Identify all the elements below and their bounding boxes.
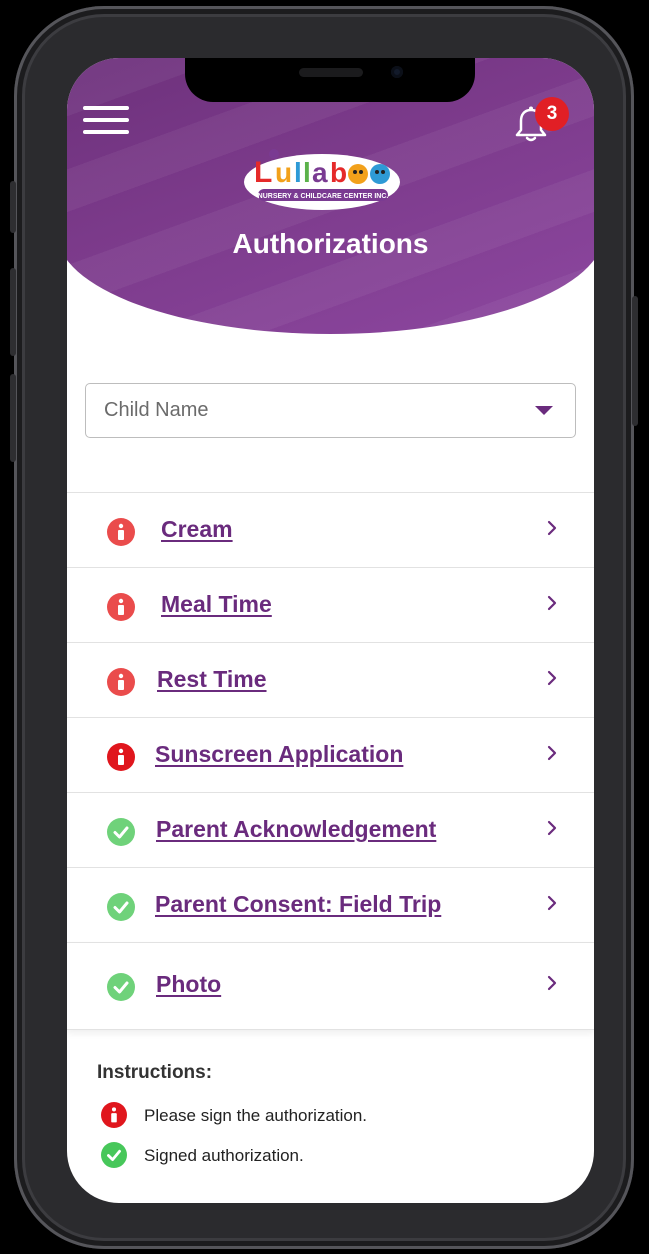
chevron-right-icon[interactable]: [545, 518, 559, 538]
svg-text:a: a: [312, 157, 328, 188]
child-name-select[interactable]: Child Name: [85, 383, 576, 438]
authorization-row[interactable]: Rest Time: [67, 642, 594, 717]
chevron-right-icon[interactable]: [545, 818, 559, 838]
phone-notch: [185, 58, 475, 102]
instructions-panel: Instructions: Please sign the authorizat…: [97, 1062, 577, 1174]
authorization-row[interactable]: Photo: [67, 942, 594, 1030]
svg-text:l: l: [303, 157, 311, 188]
app-screen: 3 L u l l a b NURSERY & CHILDCARE CENTER…: [67, 58, 594, 1203]
notification-badge[interactable]: 3: [535, 97, 569, 131]
power-button: [632, 296, 638, 426]
child-select-value: Child Name: [104, 399, 209, 421]
volume-up-button: [10, 268, 16, 356]
chevron-right-icon[interactable]: [545, 593, 559, 613]
info-alert-icon: [107, 668, 135, 696]
check-circle-icon: [101, 1142, 127, 1168]
info-alert-icon: [107, 593, 135, 621]
menu-icon[interactable]: [83, 106, 129, 134]
check-circle-icon: [107, 893, 135, 921]
svg-text:u: u: [275, 157, 292, 188]
dropdown-caret-icon[interactable]: [535, 406, 553, 415]
authorization-row[interactable]: Cream: [67, 492, 594, 567]
volume-down-button: [10, 374, 16, 462]
svg-text:b: b: [330, 157, 347, 188]
authorization-label[interactable]: Photo: [156, 971, 221, 998]
authorization-label[interactable]: Sunscreen Application: [155, 741, 403, 768]
instructions-heading: Instructions:: [97, 1062, 213, 1083]
authorization-label[interactable]: Parent Consent: Field Trip: [155, 891, 441, 918]
authorization-label[interactable]: Meal Time: [161, 591, 272, 618]
instruction-text: Please sign the authorization.: [144, 1106, 368, 1125]
svg-text:NURSERY & CHILDCARE CENTER INC: NURSERY & CHILDCARE CENTER INC.: [258, 193, 389, 200]
info-alert-icon: [107, 743, 135, 771]
svg-text:L: L: [254, 156, 272, 189]
mute-switch: [10, 181, 16, 233]
instruction-unsigned: Please sign the authorization.: [97, 1094, 577, 1134]
lullaboo-logo-icon: L u l l a b NURSERY & CHILDCARE CENTER I…: [244, 149, 400, 210]
svg-text:l: l: [294, 157, 302, 188]
instruction-signed: Signed authorization.: [97, 1134, 577, 1174]
authorization-row[interactable]: Meal Time: [67, 567, 594, 642]
chevron-right-icon[interactable]: [545, 973, 559, 993]
authorization-list: Cream Meal Time Rest Time Sunscreen Appl…: [67, 492, 594, 1030]
chevron-right-icon[interactable]: [545, 893, 559, 913]
authorization-row[interactable]: Parent Acknowledgement: [67, 792, 594, 867]
authorization-row[interactable]: Parent Consent: Field Trip: [67, 867, 594, 942]
authorization-label[interactable]: Cream: [161, 516, 233, 543]
info-alert-icon: [101, 1102, 127, 1128]
authorization-label[interactable]: Rest Time: [157, 666, 267, 693]
check-circle-icon: [107, 818, 135, 846]
info-alert-icon: [107, 518, 135, 546]
check-circle-icon: [107, 973, 135, 1001]
authorization-row[interactable]: Sunscreen Application: [67, 717, 594, 792]
chevron-right-icon[interactable]: [545, 743, 559, 763]
authorization-label[interactable]: Parent Acknowledgement: [156, 816, 436, 843]
instruction-text: Signed authorization.: [144, 1146, 304, 1165]
page-title: Authorizations: [232, 228, 429, 259]
chevron-right-icon[interactable]: [545, 668, 559, 688]
